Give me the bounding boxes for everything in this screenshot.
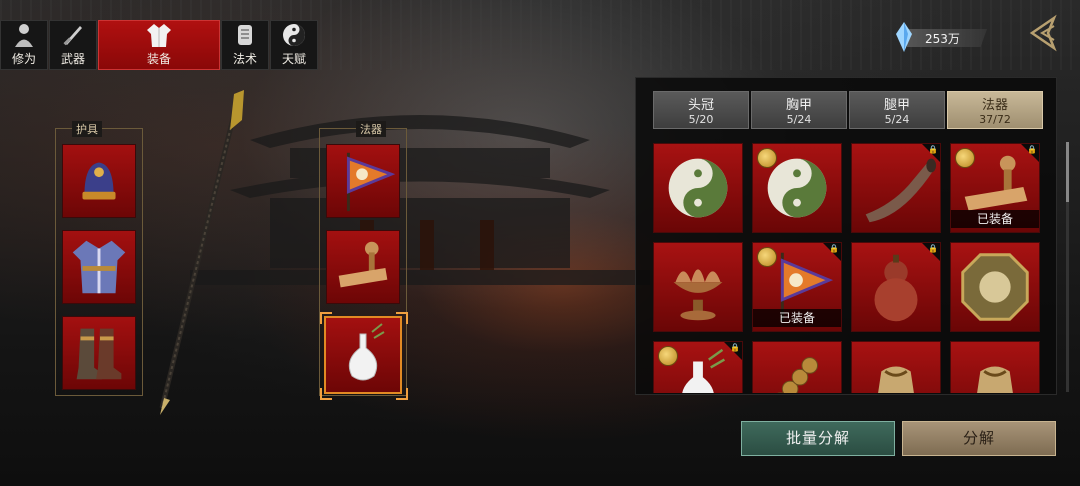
armor-group-title: 护具 [72,121,102,137]
boots-icon [76,328,122,380]
sword-icon [63,26,82,46]
bonus-badge-icon [955,148,975,168]
scroll-icon [238,25,252,45]
inventory-item-treasure-bag[interactable] [851,341,941,393]
lock-icon: 🔒 [730,343,740,352]
tab-count: 5/20 [688,113,714,126]
temple-silhouette [190,115,650,285]
crystal-icon [896,22,912,52]
tab-count: 5/24 [884,113,910,126]
treasure-bag-icon [878,366,914,393]
lock-icon: 🔒 [928,145,938,154]
bonus-badge-icon [757,148,777,168]
tab-label: 装备 [146,52,171,66]
tab-artifact[interactable]: 法器 37/72 [947,91,1043,129]
tab-label: 法器 [981,98,1008,113]
tab-count: 37/72 [979,113,1011,126]
bonus-badge-icon [757,247,777,267]
bonus-badge-icon [658,346,678,366]
tab-spell[interactable]: 法术 [221,20,269,70]
lock-icon: 🔒 [829,244,839,253]
tab-leggings[interactable]: 腿甲 5/24 [849,91,945,129]
inventory-item-horn[interactable]: 🔒 [851,143,941,233]
selection-corner [396,312,408,324]
batch-decompose-button[interactable]: 批量分解 [741,421,895,456]
lotus-bowl-icon [673,269,723,321]
tab-label: 胸甲 [785,98,812,113]
inventory-item-coin-string[interactable] [752,341,842,393]
artifact-group-title: 法器 [356,121,386,137]
tab-weapon[interactable]: 武器 [49,20,97,70]
inventory-item-lotus-bowl[interactable] [653,242,743,332]
robe-icon [147,24,171,47]
scrollbar-thumb[interactable] [1066,142,1069,202]
inventory-item-banner-flag[interactable]: 🔒 已装备 [752,242,842,332]
taiji-icon [283,24,305,46]
tab-label: 修为 [11,52,36,66]
selection-corner [396,388,408,400]
bagua-mirror-icon [961,253,1029,321]
selection-corner [320,312,332,324]
equipped-label: 已装备 [753,309,841,327]
inventory-item-gourd[interactable]: 🔒 [851,242,941,332]
treasure-bag-icon [977,366,1013,393]
tab-equipment[interactable]: 装备 [98,20,220,70]
meditation-icon [15,24,33,47]
decompose-button[interactable]: 分解 [902,421,1056,456]
taiji-disc-icon [668,158,728,218]
banner-flag-icon [346,152,396,212]
wooden-seal-icon [338,241,388,288]
tab-label: 天赋 [281,52,306,66]
tab-label: 腿甲 [883,98,910,113]
tab-label: 法术 [232,52,257,66]
artifact-slot-3-selected[interactable] [324,316,402,394]
back-icon[interactable] [1024,14,1062,52]
hat-icon [82,162,116,200]
artifact-slot-1[interactable] [326,144,400,218]
inventory-item-taiji-disc[interactable] [752,143,842,233]
tab-count: 5/24 [786,113,812,126]
inventory-grid: 🔒 🔒 已装备 🔒 已装备 🔒 🔒 [653,143,1043,393]
tab-cultivation[interactable]: 修为 [0,20,48,70]
inventory-item-white-vase[interactable]: 🔒 [653,341,743,393]
robe-armor-icon [72,240,126,294]
currency-amount: 253万 [925,31,960,46]
tab-label: 头冠 [687,98,714,113]
tab-label: 武器 [60,52,85,66]
coin-string-icon [777,357,819,393]
equip-slot-head[interactable] [62,144,136,218]
inventory-item-bagua-mirror[interactable] [950,242,1040,332]
white-vase-icon [348,323,385,381]
artifact-slot-2[interactable] [326,230,400,304]
spear-weapon[interactable] [150,90,250,415]
inventory-item-treasure-bag[interactable] [950,341,1040,393]
inventory-item-wooden-seal[interactable]: 🔒 已装备 [950,143,1040,233]
tab-headwear[interactable]: 头冠 5/20 [653,91,749,129]
tab-chestplate[interactable]: 胸甲 5/24 [751,91,847,129]
top-nav: 修为 武器 装备 法术 天赋 [0,20,319,70]
lock-icon: 🔒 [1027,145,1037,154]
inventory-panel: 头冠 5/20 胸甲 5/24 腿甲 5/24 法器 37/72 🔒 🔒 已装备 🔒 已… [635,77,1057,395]
inventory-item-taiji-disc[interactable] [653,143,743,233]
equip-slot-chest[interactable] [62,230,136,304]
tab-talent[interactable]: 天赋 [270,20,318,70]
selection-corner [320,388,332,400]
equip-slot-legs[interactable] [62,316,136,390]
currency-display: 253万 [895,22,987,52]
equipped-label: 已装备 [951,210,1039,228]
lock-icon: 🔒 [928,244,938,253]
